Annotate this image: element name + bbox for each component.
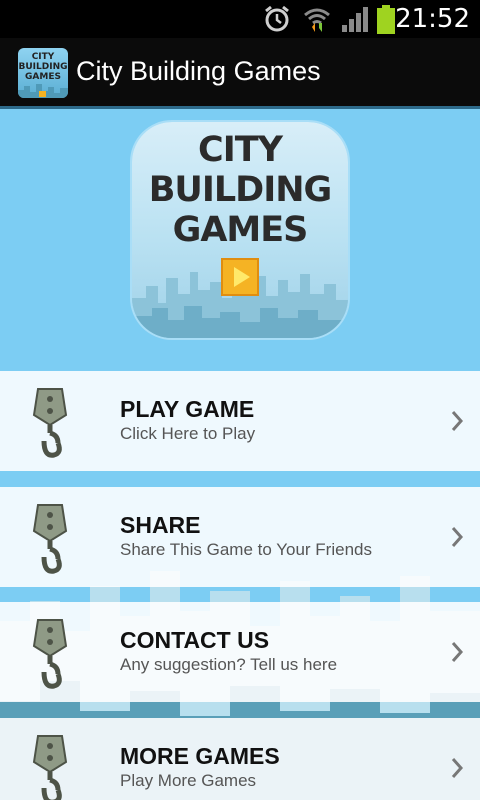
- clock: 21:52: [395, 4, 470, 34]
- game-logo: CITY BUILDING GAMES: [132, 122, 348, 338]
- logo-text-line-2: BUILDING: [148, 170, 333, 210]
- play-icon: [221, 258, 259, 296]
- chevron-right-icon: [451, 642, 464, 662]
- app-icon-text-2: BUILDING: [18, 62, 68, 72]
- menu-item-label: MORE GAMES: [120, 743, 280, 769]
- menu-item-subtitle: Click Here to Play: [120, 424, 256, 443]
- logo-text-line-1: CITY: [198, 130, 283, 170]
- menu-item-play-game[interactable]: PLAY GAME Click Here to Play: [0, 371, 480, 471]
- menu-item-subtitle: Share This Game to Your Friends: [120, 540, 372, 559]
- menu-item-subtitle: Play More Games: [120, 771, 257, 790]
- menu-item-label: CONTACT US: [120, 627, 270, 653]
- header-banner: CITY BUILDING GAMES: [0, 109, 480, 371]
- crane-hook-icon: [32, 735, 68, 800]
- menu-item-share[interactable]: SHARE Share This Game to Your Friends: [0, 487, 480, 587]
- signal-icon: [342, 7, 368, 32]
- menu-item-contact-us[interactable]: CONTACT US Any suggestion? Tell us here: [0, 602, 480, 702]
- main-menu: PLAY GAME Click Here to Play SHARE Share…: [0, 371, 480, 800]
- action-bar: CITY BUILDING GAMES City Building Games: [0, 38, 480, 109]
- app-icon[interactable]: CITY BUILDING GAMES: [18, 48, 68, 98]
- wifi-icon: [304, 8, 330, 32]
- chevron-right-icon: [451, 758, 464, 778]
- crane-hook-icon: [32, 504, 68, 574]
- crane-hook-icon: [32, 388, 68, 458]
- crane-hook-icon: [32, 619, 68, 689]
- menu-item-more-games[interactable]: MORE GAMES Play More Games: [0, 718, 480, 800]
- menu-item-label: PLAY GAME: [120, 396, 255, 422]
- battery-icon: [377, 5, 395, 34]
- chevron-right-icon: [451, 411, 464, 431]
- app-icon-text-1: CITY: [31, 52, 55, 62]
- skyline-icon: [18, 84, 68, 98]
- menu-item-label: SHARE: [120, 512, 201, 538]
- alarm-icon: [265, 5, 289, 32]
- app-title: City Building Games: [76, 56, 321, 86]
- chevron-right-icon: [451, 527, 464, 547]
- menu-item-subtitle: Any suggestion? Tell us here: [120, 655, 338, 674]
- app-icon-text-3: GAMES: [25, 72, 61, 82]
- status-bar: 21:52: [0, 0, 480, 38]
- logo-text-line-3: GAMES: [172, 210, 309, 250]
